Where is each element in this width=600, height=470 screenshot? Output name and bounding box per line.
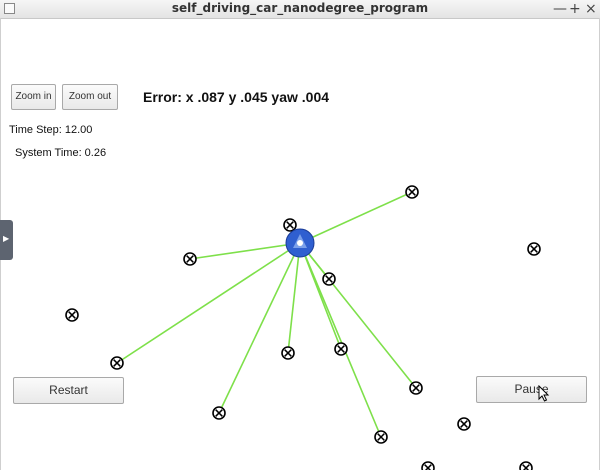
- landmark-marker-icon: [281, 346, 295, 360]
- landmark-marker-icon: [212, 406, 226, 420]
- time-step-label: Time Step: 12.00: [9, 124, 93, 136]
- car-icon: [285, 228, 315, 258]
- landmark-marker-icon: [374, 430, 388, 444]
- pause-button[interactable]: Pause: [476, 376, 587, 403]
- landmark-marker-icon: [527, 242, 541, 256]
- mouse-cursor-icon: [538, 385, 550, 402]
- landmark-marker-icon: [110, 356, 124, 370]
- landmark-marker-icon: [322, 272, 336, 286]
- observation-line: [299, 191, 413, 244]
- observation-lines: [116, 191, 417, 438]
- landmark-marker-icon: [409, 381, 423, 395]
- zoom-out-button[interactable]: Zoom out: [62, 84, 118, 110]
- observation-line: [299, 242, 382, 438]
- chevron-right-icon: ▶: [3, 234, 10, 243]
- system-time-label: System Time: 0.26: [15, 147, 107, 159]
- landmark-marker-icon: [519, 461, 533, 470]
- zoom-in-button[interactable]: Zoom in: [11, 84, 56, 110]
- landmark-marker-icon: [421, 461, 435, 470]
- landmark-marker-icon: [283, 218, 297, 232]
- observation-line: [189, 242, 301, 260]
- error-readout: Error: x .087 y .045 yaw .004: [143, 89, 330, 105]
- landmark-layer: [65, 185, 541, 470]
- landmark-marker-icon: [334, 342, 348, 356]
- observation-line: [218, 242, 301, 414]
- observation-line: [116, 242, 301, 364]
- observation-line: [287, 242, 301, 354]
- landmark-marker-icon: [405, 185, 419, 199]
- landmark-marker-icon: [183, 252, 197, 266]
- landmark-marker-icon: [457, 417, 471, 431]
- side-panel-toggle[interactable]: ▶: [0, 220, 13, 260]
- landmark-marker-icon: [65, 308, 79, 322]
- restart-button[interactable]: Restart: [13, 377, 124, 404]
